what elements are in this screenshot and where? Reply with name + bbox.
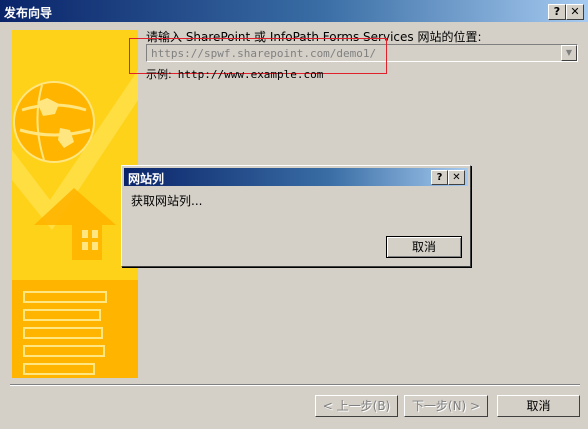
example-label: 示例:	[146, 68, 172, 81]
dialog-title: 网站列	[128, 172, 165, 186]
window-title-bar: 发布向导 ? ✕	[0, 0, 588, 22]
close-button[interactable]: ✕	[566, 4, 584, 20]
dialog-help-button[interactable]: ?	[431, 170, 448, 185]
next-button[interactable]: 下一步(N) >	[404, 395, 488, 417]
dialog-close-button[interactable]: ✕	[448, 170, 465, 185]
wizard-banner-illustration	[12, 30, 138, 378]
chevron-down-icon[interactable]: ▼	[561, 45, 577, 61]
cancel-button[interactable]: 取消	[497, 395, 580, 417]
site-list-dialog: 网站列 ? ✕ 获取网站列... 取消	[121, 165, 471, 267]
dialog-message: 获取网站列...	[131, 194, 203, 208]
window-title: 发布向导	[4, 6, 53, 20]
help-button[interactable]: ?	[548, 4, 566, 20]
example-text: 示例: http://www.example.com	[146, 66, 323, 82]
example-url: http://www.example.com	[177, 68, 324, 81]
back-button[interactable]: < 上一步(B)	[315, 395, 398, 417]
dialog-cancel-button[interactable]: 取消	[386, 236, 462, 258]
wizard-banner-image	[12, 30, 138, 378]
footer-separator	[10, 384, 580, 386]
dialog-title-bar: 网站列 ? ✕	[124, 168, 468, 186]
